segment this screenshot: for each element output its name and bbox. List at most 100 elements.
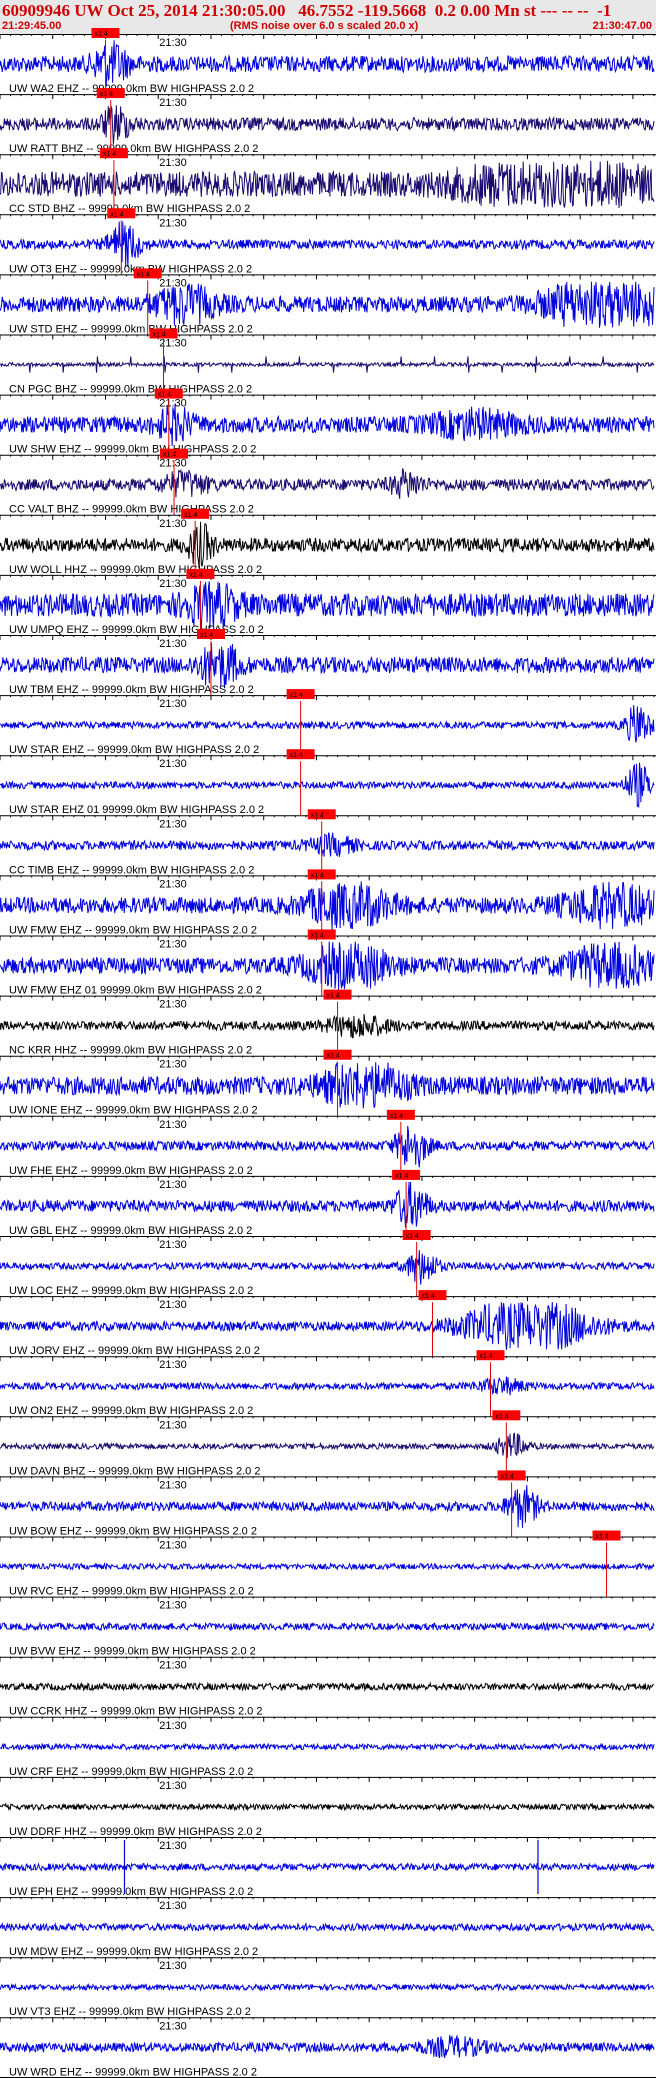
waveform [0, 281, 655, 328]
pick-label: x1 4 [200, 632, 213, 639]
pick-label: x1 4 [327, 993, 340, 1000]
pick-label: x1 4 [501, 1473, 514, 1480]
pick-label: x1 4 [158, 392, 171, 399]
channel-label: UW ON2 EHZ -- 99999.0km BW HIGHPASS 2.0 … [9, 1405, 253, 1417]
trace-row: 21:30 UW BVW EHZ -- 99999.0km BW HIGHPASS… [0, 1596, 656, 1658]
trace-row: 21:30 UW WA2 EHZ -- 99999.0km BW HIGHPASS… [0, 28, 656, 95]
trace-row: 21:30 UW JORV EHZ -- 99999.0km BW HIGHPAS… [0, 1290, 656, 1357]
pick-label: x1 4 [480, 1353, 493, 1360]
channel-label: NC KRR HHZ -- 99999.0km BW HIGHPASS 2.0 … [9, 1045, 252, 1057]
pick-label: x1 4 [163, 452, 176, 459]
minute-label: 21:30 [159, 37, 187, 49]
trace-row: 21:30 UW STAR EHZ -- 99999.0km BW HIGHPAS… [0, 689, 656, 756]
channel-label: UW FMW EHZ -- 99999.0km BW HIGHPASS 2.0 … [9, 924, 257, 936]
channel-label: UW CRF EHZ -- 99999.0km BW HIGHPASS 2.0 … [9, 1766, 253, 1778]
waveform [0, 105, 655, 145]
trace-row: 21:30 UW OT3 EHZ -- 99999.0km BW HIGHPASS… [0, 208, 656, 275]
minute-label: 21:30 [159, 698, 187, 710]
waveform [0, 1250, 655, 1285]
channel-label: CN PGC BHZ -- 99999.0km BW HIGHPASS 2.0 … [9, 384, 252, 396]
trace-row: 21:30 UW TBM EHZ -- 99999.0km BW HIGHPASS… [0, 629, 656, 696]
trace-row: 21:30CC STD BHZ -- 99999.0km BW HIGHPASS… [0, 148, 656, 215]
minute-label: 21:30 [159, 999, 187, 1011]
minute-label: 21:30 [159, 1840, 187, 1852]
channel-label: UW BOW EHZ -- 99999.0km BW HIGHPASS 2.0 … [9, 1525, 257, 1537]
waveform [0, 762, 655, 809]
minute-label: 21:30 [159, 1540, 187, 1552]
trace-row: 21:30CN PGC BHZ -- 99999.0km BW HIGHPASS… [0, 328, 656, 396]
trace-row: 21:30 UW ON2 EHZ -- 99999.0km BW HIGHPASS… [0, 1350, 656, 1417]
pick-label: x1 4 [390, 1113, 403, 1120]
trace-row: 21:30 UW CRF EHZ -- 99999.0km BW HIGHPASS… [0, 1716, 656, 1778]
channel-label: UW WOLL HHZ -- 99999.0km BW HIGHPASS 2.0… [9, 564, 262, 576]
minute-label: 21:30 [159, 217, 187, 229]
waveform [0, 1862, 655, 1873]
trace-row: 21:30 UW SHW EHZ -- 99999.0km BW HIGHPASS… [0, 388, 656, 456]
channel-label: UW STAR EHZ -- 99999.0km BW HIGHPASS 2.0… [9, 744, 259, 756]
minute-label: 21:30 [159, 518, 187, 530]
minute-label: 21:30 [159, 398, 187, 410]
trace-row: 21:30 UW STD EHZ -- 99999.0km BW HIGHPASS… [0, 268, 656, 335]
channel-label: UW EPH EHZ -- 99999.0km BW HIGHPASS 2.0 … [9, 1886, 253, 1898]
trace-row: 21:30 CC TIMB EHZ -- 99999.0km BW HIGHPAS… [0, 809, 656, 876]
minute-label: 21:30 [159, 1239, 187, 1251]
seismogram-plot: 21:30 UW WA2 EHZ -- 99999.0km BW HIGHPASS… [0, 28, 656, 2078]
channel-label: UW OT3 EHZ -- 99999.0km BW HIGHPASS 2.0 … [9, 263, 252, 275]
minute-label: 21:30 [159, 277, 187, 289]
minute-label: 21:30 [159, 638, 187, 650]
minute-label: 21:30 [159, 1419, 187, 1431]
channel-label: UW SHW EHZ -- 99999.0km BW HIGHPASS 2.0 … [9, 444, 256, 456]
waveform [0, 160, 655, 209]
channel-label: UW DAVN BHZ -- 99999.0km BW HIGHPASS 2.0… [9, 1465, 260, 1477]
minute-label: 21:30 [159, 1660, 187, 1672]
minute-label: 21:30 [159, 1179, 187, 1191]
minute-label: 21:30 [159, 97, 187, 109]
channel-label: UW RATT BHZ -- 99999.0km BW HIGHPASS 2.0… [9, 143, 258, 155]
channel-label: UW BVW EHZ -- 99999.0km BW HIGHPASS 2.0 … [9, 1646, 256, 1658]
waveform [0, 941, 655, 990]
pick-label: x1 4 [153, 332, 166, 339]
minute-label: 21:30 [159, 818, 187, 830]
channel-label: UW MDW EHZ -- 99999.0km BW HIGHPASS 2.0 … [9, 1946, 258, 1958]
channel-label: UW DDRF HHZ -- 99999.0km BW HIGHPASS 2.0… [9, 1826, 262, 1838]
trace-row: 21:30 UW RVC EHZ -- 99999.0km BW HIGHPASS… [0, 1530, 656, 1598]
waveform [0, 1485, 655, 1528]
trace-row: 21:30 CC VALT BHZ -- 99999.0km BW HIGHPAS… [0, 448, 656, 516]
minute-label: 21:30 [159, 1960, 187, 1972]
waveform [0, 1013, 655, 1039]
trace-row: 21:30 UW EPH EHZ -- 99999.0km BW HIGHPASS… [0, 1837, 656, 1898]
trace-row: 21:30 UW RATT BHZ -- 99999.0km BW HIGHPAS… [0, 88, 656, 155]
channel-label: UW TBM EHZ -- 99999.0km BW HIGHPASS 2.0 … [9, 684, 254, 696]
minute-label: 21:30 [159, 1900, 187, 1912]
seismogram-page: 60909946 UW Oct 25, 2014 21:30:05.00 46.… [0, 0, 656, 2078]
minute-label: 21:30 [159, 1359, 187, 1371]
minute-label: 21:30 [159, 157, 187, 169]
waveform [0, 221, 655, 268]
trace-row: 21:30 UW DAVN BHZ -- 99999.0km BW HIGHPAS… [0, 1410, 656, 1477]
minute-label: 21:30 [159, 1720, 187, 1732]
trace-row: 21:30 UW STAR EHZ 01 99999.0km BW HIGHPAS… [0, 749, 656, 816]
waveform [0, 705, 655, 743]
channel-label: UW FMW EHZ 01 99999.0km BW HIGHPASS 2.0 … [9, 985, 262, 997]
channel-label: UW FHE EHZ -- 99999.0km BW HIGHPASS 2.0 … [9, 1165, 253, 1177]
pick-label: x1 4 [290, 752, 303, 759]
waveform [0, 1802, 655, 1812]
minute-label: 21:30 [159, 1119, 187, 1131]
waveform [0, 1432, 655, 1459]
channel-label: CC TIMB EHZ -- 99999.0km BW HIGHPASS 2.0… [9, 864, 254, 876]
waveform [0, 643, 655, 689]
channel-label: UW VT3 EHZ -- 99999.0km BW HIGHPASS 2.0 … [9, 2006, 251, 2018]
channel-label: UW RVC EHZ -- 99999.0km BW HIGHPASS 2.0 … [9, 1586, 254, 1598]
channel-label: UW IONE EHZ -- 99999.0km BW HIGHPASS 2.0… [9, 1105, 258, 1117]
trace-row: 21:30 UW BOW EHZ -- 99999.0km BW HIGHPASS… [0, 1470, 656, 1537]
waveform [0, 521, 655, 569]
waveform [0, 1376, 655, 1396]
pick-label: x1 4 [184, 512, 197, 519]
pick-label: x1 4 [94, 31, 107, 38]
minute-label: 21:30 [159, 1600, 187, 1612]
trace-row: 21:30 UW WOLL HHZ -- 99999.0km BW HIGHPAS… [0, 508, 656, 576]
waveform [0, 581, 655, 629]
trace-row: 21:30 UW DDRF HHZ -- 99999.0km BW HIGHPAS… [0, 1776, 656, 1838]
trace-row: 21:30 UW FMW EHZ 01 99999.0km BW HIGHPASS… [0, 929, 656, 997]
trace-row: 21:30 UW VT3 EHZ -- 99999.0km BW HIGHPASS… [0, 1957, 656, 2018]
